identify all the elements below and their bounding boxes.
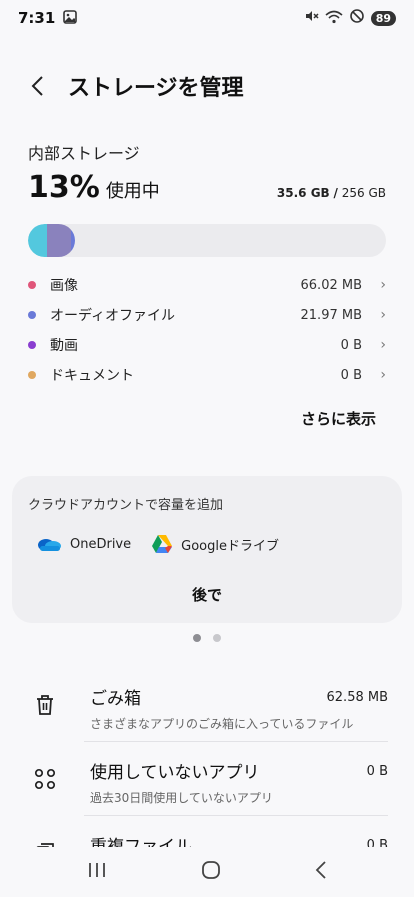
home-icon xyxy=(202,861,220,879)
list-item-unused-apps[interactable]: 使用していないアプリ 過去30日間使用していないアプリ 0 B xyxy=(0,742,414,816)
recent-apps-icon xyxy=(89,863,105,877)
category-audio[interactable]: オーディオファイル 21.97 MB › xyxy=(28,300,386,330)
provider-name: Googleドライブ xyxy=(181,538,279,554)
list-item-subtitle: 過去30日間使用していないアプリ xyxy=(90,791,273,805)
chevron-left-icon xyxy=(31,76,43,96)
battery-indicator: 89 xyxy=(370,10,396,26)
apps-grid-icon xyxy=(0,758,90,790)
onedrive-option[interactable]: OneDrive xyxy=(36,536,131,552)
total-size: 256 GB xyxy=(341,186,386,200)
status-bar: 7:31 89 xyxy=(0,0,414,36)
category-legend: 画像 66.02 MB › オーディオファイル 21.97 MB › 動画 0 … xyxy=(28,270,386,390)
usage-percent: 13% xyxy=(28,170,100,205)
chevron-right-icon: › xyxy=(380,307,386,323)
onedrive-icon xyxy=(38,539,61,551)
app-header: ストレージを管理 xyxy=(0,62,414,110)
documents-color-dot xyxy=(28,371,36,379)
page-dot xyxy=(213,634,221,642)
usage-segment-purple xyxy=(46,224,72,257)
trash-icon xyxy=(0,684,90,716)
category-value: 66.02 MB xyxy=(300,277,362,293)
list-item-subtitle: さまざまなアプリのごみ箱に入っているファイル xyxy=(90,717,354,731)
usage-segment-blue xyxy=(71,224,75,257)
usage-label: 使用中 xyxy=(105,181,160,202)
page-indicator xyxy=(0,634,414,642)
audio-color-dot xyxy=(28,311,36,319)
google-drive-icon xyxy=(152,535,173,553)
back-nav-button[interactable] xyxy=(315,860,327,884)
provider-name: OneDrive xyxy=(70,536,132,552)
wifi-icon xyxy=(325,9,343,28)
system-nav-bar xyxy=(0,847,414,897)
videos-color-dot xyxy=(28,341,36,349)
category-videos[interactable]: 動画 0 B › xyxy=(28,330,386,360)
chevron-right-icon: › xyxy=(380,337,386,353)
mute-icon xyxy=(303,8,319,28)
chevron-right-icon: › xyxy=(380,367,386,383)
later-button[interactable]: 後で xyxy=(12,584,402,605)
status-time: 7:31 xyxy=(18,9,56,27)
back-button[interactable] xyxy=(8,62,68,110)
cloud-providers: OneDrive Googleドライブ xyxy=(36,534,279,554)
recent-apps-button[interactable] xyxy=(87,861,107,883)
category-images[interactable]: 画像 66.02 MB › xyxy=(28,270,386,300)
usage-summary: 13% 使用中 35.6 GB / 256 GB xyxy=(28,170,386,205)
category-label: 画像 xyxy=(50,278,78,294)
list-item-trash[interactable]: ごみ箱 さまざまなアプリのごみ箱に入っているファイル 62.58 MB xyxy=(0,668,414,742)
page-title: ストレージを管理 xyxy=(68,76,244,101)
home-button[interactable] xyxy=(201,860,221,884)
category-value: 0 B xyxy=(340,367,362,383)
list-item-title: 使用していないアプリ xyxy=(90,763,260,783)
storage-usage-fill xyxy=(28,224,75,257)
google-drive-option[interactable]: Googleドライブ xyxy=(151,534,279,554)
size-separator: / xyxy=(333,186,338,200)
used-size: 35.6 GB xyxy=(276,186,330,200)
gallery-notification-icon xyxy=(63,9,78,28)
do-not-disturb-icon xyxy=(349,8,365,28)
storage-usage-bar xyxy=(28,224,386,257)
images-color-dot xyxy=(28,281,36,289)
usage-segment-cyan xyxy=(28,224,47,257)
list-item-value: 62.58 MB xyxy=(326,690,388,705)
cloud-card-title: クラウドアカウントで容量を追加 xyxy=(28,498,224,513)
category-label: 動画 xyxy=(50,338,78,354)
category-documents[interactable]: ドキュメント 0 B › xyxy=(28,360,386,390)
usage-size: 35.6 GB / 256 GB xyxy=(277,186,386,200)
list-item-value: 0 B xyxy=(366,764,388,779)
category-label: ドキュメント xyxy=(50,368,134,384)
back-nav-icon xyxy=(315,861,326,879)
cloud-account-card: クラウドアカウントで容量を追加 OneDrive Googleドライブ 後で xyxy=(12,476,402,623)
category-value: 0 B xyxy=(340,337,362,353)
show-more-button[interactable]: さらに表示 xyxy=(301,408,376,429)
category-label: オーディオファイル xyxy=(50,308,176,324)
category-value: 21.97 MB xyxy=(300,307,362,323)
page-dot-active xyxy=(193,634,201,642)
internal-storage-title: 内部ストレージ xyxy=(28,144,140,163)
chevron-right-icon: › xyxy=(380,277,386,293)
